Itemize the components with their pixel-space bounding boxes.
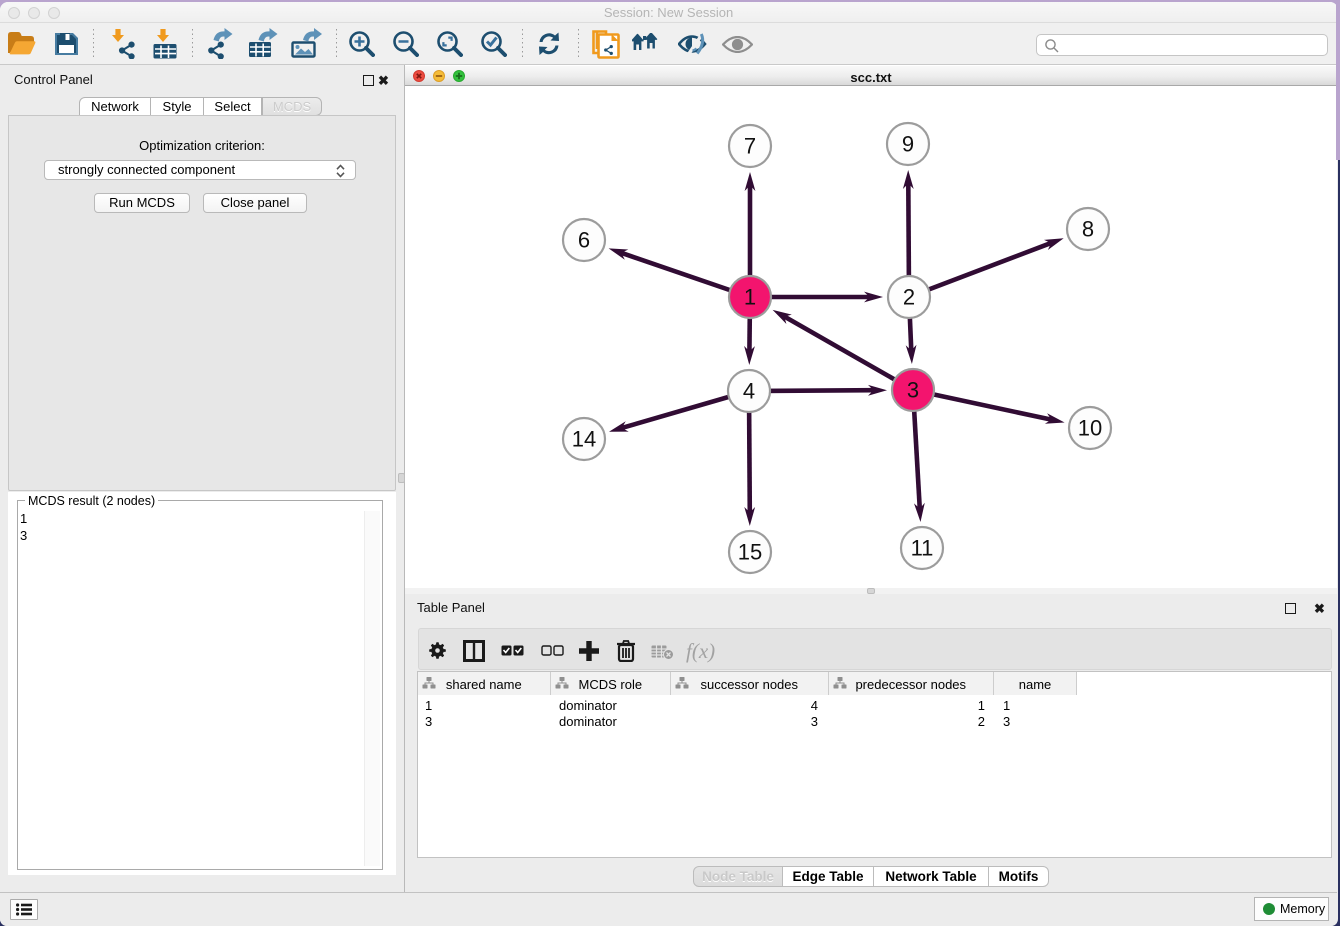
svg-text:6: 6	[578, 228, 590, 253]
svg-text:3: 3	[907, 378, 919, 403]
svg-text:15: 15	[738, 540, 762, 565]
svg-text:2: 2	[903, 285, 915, 310]
svg-text:10: 10	[1078, 416, 1102, 441]
svg-text:4: 4	[743, 379, 755, 404]
svg-text:9: 9	[902, 132, 914, 157]
svg-text:1: 1	[744, 285, 756, 310]
svg-text:14: 14	[572, 427, 596, 452]
svg-text:7: 7	[744, 134, 756, 159]
svg-text:8: 8	[1082, 217, 1094, 242]
svg-text:11: 11	[911, 536, 934, 561]
